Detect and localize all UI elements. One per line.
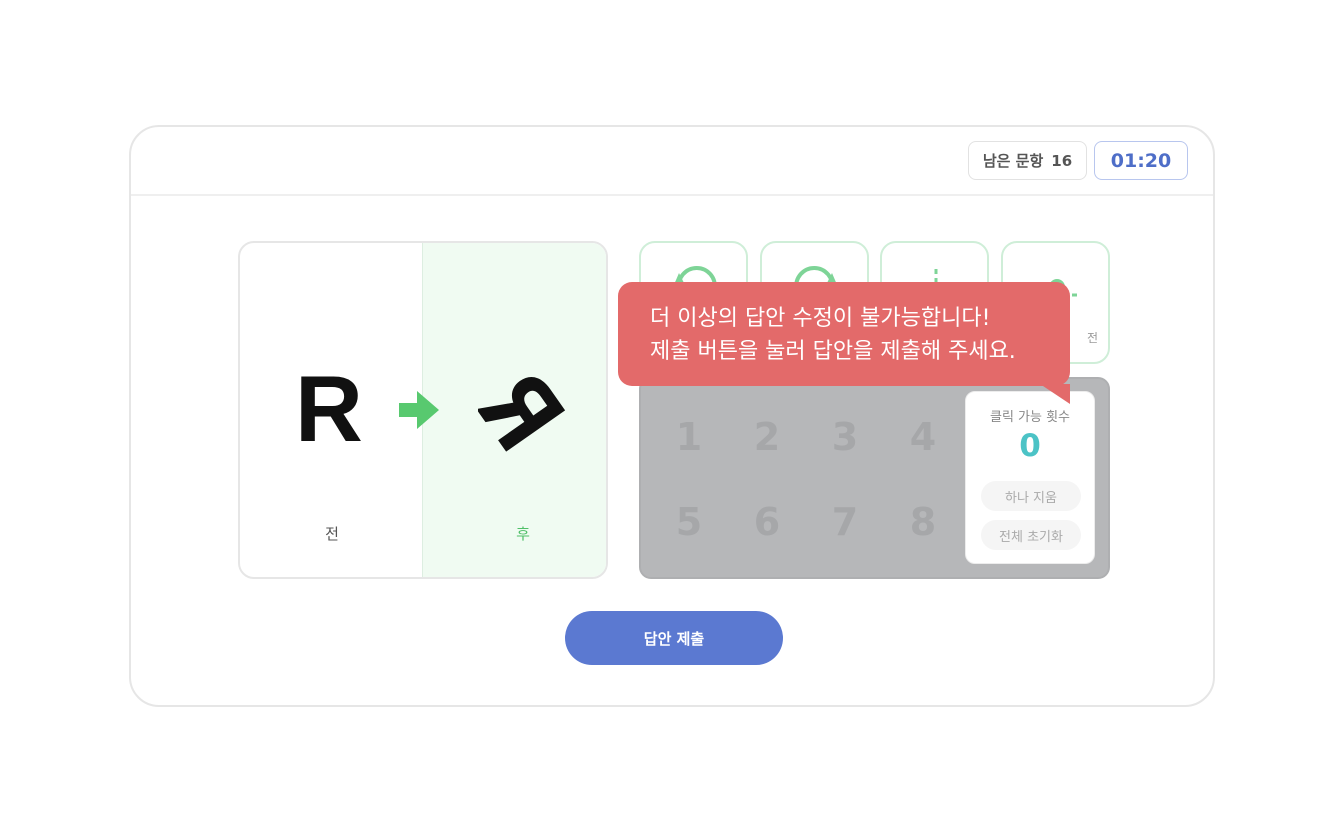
warning-toast: 더 이상의 답안 수정이 불가능합니다! 제출 버튼을 눌러 답안을 제출해 주… (618, 282, 1070, 386)
right-arrow-icon (399, 391, 439, 429)
quiz-card: 남은 문항 16 01:20 R 전 후 전 1 2 3 4 5 6 7 8 클… (129, 125, 1215, 707)
transformed-r-glyph-icon (478, 376, 566, 452)
tool-label: 전 (1086, 331, 1098, 345)
remaining-label: 남은 문항 (982, 152, 1044, 170)
timer: 01:20 (1094, 141, 1188, 180)
key-2[interactable]: 2 (742, 412, 792, 462)
submit-answer-button[interactable]: 답안 제출 (565, 611, 783, 665)
after-label: 후 (516, 525, 530, 543)
reset-all-button[interactable]: 전체 초기화 (981, 520, 1081, 550)
before-glyph: R (295, 356, 363, 461)
remaining-questions-badge: 남은 문항 16 (968, 141, 1087, 180)
key-1[interactable]: 1 (664, 412, 714, 462)
remaining-count: 16 (1051, 151, 1073, 170)
click-count-panel: 클릭 가능 횟수 0 하나 지움 전체 초기화 (965, 391, 1095, 564)
key-4[interactable]: 4 (898, 412, 948, 462)
before-after-panel: R 전 후 (238, 241, 608, 579)
toast-line-2: 제출 버튼을 눌러 답안을 제출해 주세요. (650, 339, 1016, 364)
delete-one-button[interactable]: 하나 지움 (981, 481, 1081, 511)
toast-tail (1040, 384, 1070, 404)
key-5[interactable]: 5 (664, 497, 714, 547)
before-label: 전 (325, 525, 339, 543)
card-header: 남은 문항 16 01:20 (131, 127, 1213, 196)
click-count-value: 0 (1019, 428, 1041, 464)
key-7[interactable]: 7 (820, 497, 870, 547)
click-count-title: 클릭 가능 횟수 (989, 410, 1071, 425)
key-6[interactable]: 6 (742, 497, 792, 547)
key-3[interactable]: 3 (820, 412, 870, 462)
key-8[interactable]: 8 (898, 497, 948, 547)
toast-line-1: 더 이상의 답안 수정이 불가능합니다! (650, 306, 991, 331)
